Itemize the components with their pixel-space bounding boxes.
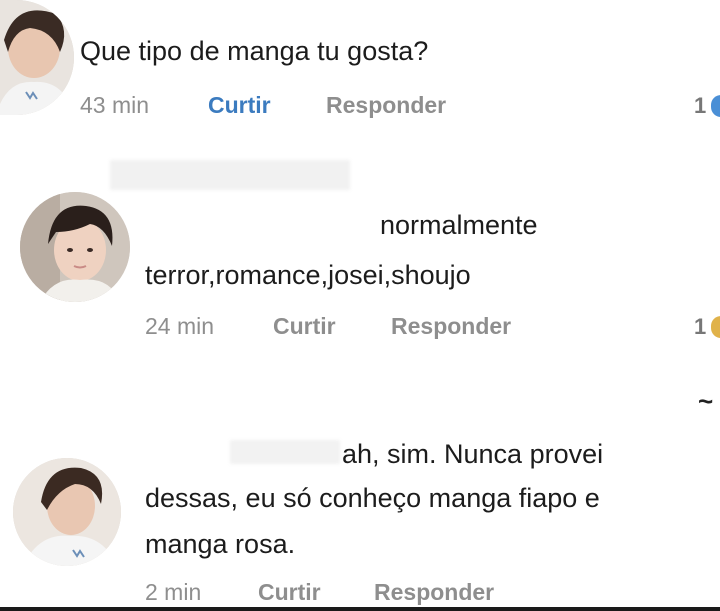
comment-time: 24 min xyxy=(145,313,215,339)
bottom-divider xyxy=(0,607,720,611)
reply-button[interactable]: Responder xyxy=(326,90,446,120)
reply-button[interactable]: Responder xyxy=(391,311,511,341)
background-smudge xyxy=(110,160,350,190)
comment-time: 2 min xyxy=(145,579,202,605)
comment-time: 43 min xyxy=(80,92,150,118)
comment-text-line-1: ah, sim. Nunca provei xyxy=(342,439,604,469)
comment-text-line-2: dessas, eu só conheço manga fiapo e xyxy=(145,483,600,513)
user-photo-icon xyxy=(13,458,121,566)
comment-meta: 43 min Curtir Responder xyxy=(0,90,720,120)
comment-meta: 2 min Curtir Responder xyxy=(0,577,720,607)
like-count: 1 xyxy=(694,314,707,339)
comment-1: Que tipo de manga tu gosta? 43 min Curti… xyxy=(0,0,720,130)
comment-text-line-3: manga rosa. xyxy=(145,529,296,559)
stray-mark: ~ xyxy=(698,386,714,416)
comment-text-line-1: normalmente xyxy=(380,210,538,240)
like-count: 1 xyxy=(694,93,707,118)
comment-text-line-2: terror,romance,josei,shoujo xyxy=(145,260,471,290)
comment-2: normalmente terror,romance,josei,shoujo … xyxy=(0,190,720,350)
reply-button[interactable]: Responder xyxy=(374,577,494,607)
avatar[interactable] xyxy=(20,192,130,302)
like-button[interactable]: Curtir xyxy=(258,577,321,607)
comment-text: Que tipo de manga tu gosta? xyxy=(80,36,429,66)
avatar[interactable] xyxy=(13,458,121,566)
like-button[interactable]: Curtir xyxy=(273,311,336,341)
comment-meta: 24 min Curtir Responder xyxy=(0,311,720,341)
comment-3: ah, sim. Nunca provei dessas, eu só conh… xyxy=(0,425,720,611)
user-photo-icon xyxy=(20,192,130,302)
like-button[interactable]: Curtir xyxy=(208,90,271,120)
